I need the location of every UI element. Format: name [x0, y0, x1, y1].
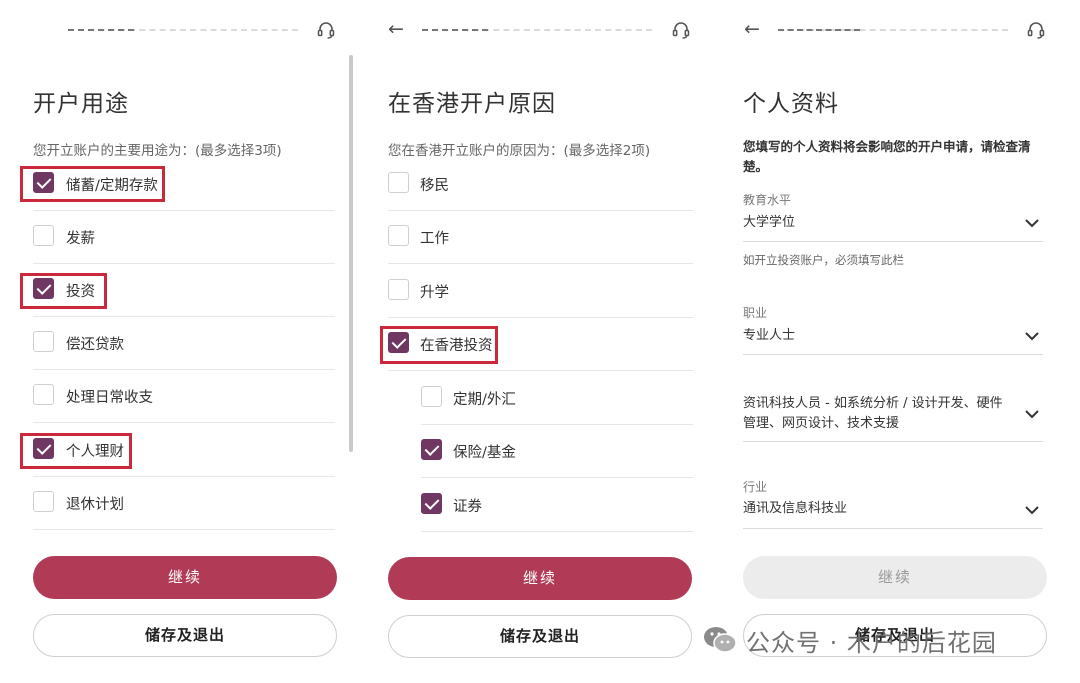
headset-icon[interactable] [1026, 20, 1046, 40]
chevron-down-icon [1025, 410, 1039, 419]
education-hint: 如开立投资账户，必须填写此栏 [743, 253, 904, 267]
top-bar: ← [712, 18, 1080, 42]
continue-button[interactable]: 继续 [33, 556, 337, 599]
chevron-down-icon [1025, 219, 1039, 228]
back-arrow-icon[interactable]: ← [744, 19, 760, 39]
checkbox[interactable] [33, 331, 54, 352]
watermark-text: 公众号 · 木户的后花园 [746, 628, 997, 657]
occupation-value: 专业人士 [743, 328, 796, 343]
option-label: 偿还贷款 [66, 337, 124, 353]
education-value: 大学学位 [743, 215, 796, 230]
continue-button-disabled[interactable]: 继续 [743, 556, 1047, 599]
continue-button[interactable]: 继续 [388, 557, 692, 600]
save-exit-button[interactable]: 储存及退出 [33, 614, 337, 657]
save-exit-button[interactable]: 储存及退出 [388, 615, 692, 658]
checkbox[interactable] [33, 225, 54, 246]
option-label: 移民 [420, 178, 449, 194]
page-title: 开户用途 [33, 91, 129, 117]
highlight-box [20, 166, 165, 202]
info-notice: 您填写的个人资料将会影响您的开户申请，请检查清楚。 [743, 139, 1031, 174]
headset-icon[interactable] [671, 20, 691, 40]
progress-indicator [778, 29, 1008, 31]
highlight-box [20, 433, 132, 469]
chevron-down-icon [1025, 332, 1039, 341]
option-label: 升学 [420, 285, 449, 301]
progress-indicator [68, 29, 298, 31]
option-study[interactable]: 升学 [388, 265, 693, 318]
education-select[interactable]: 大学学位 [743, 205, 1043, 242]
progress-indicator [422, 29, 652, 31]
option-label: 处理日常收支 [66, 390, 153, 406]
checkbox[interactable] [421, 386, 442, 407]
panel-hk-reason: ← 在香港开户原因 您在香港开立账户的原因为：(最多选择2项) 移民 工作 升学… [355, 0, 710, 683]
suboption-insurance-fund[interactable]: 保险/基金 [421, 425, 693, 478]
suboption-deposit-fx[interactable]: 定期/外汇 [421, 372, 693, 425]
page-title: 个人资料 [743, 91, 839, 117]
occupation-select[interactable]: 专业人士 [743, 318, 1043, 355]
option-daily-expenses[interactable]: 处理日常收支 [33, 370, 335, 423]
top-bar: ← [355, 18, 710, 42]
checkbox[interactable] [388, 172, 409, 193]
checkbox[interactable] [388, 279, 409, 300]
scrollbar[interactable] [349, 55, 353, 452]
checkbox-checked[interactable] [421, 493, 442, 514]
option-label: 退休计划 [66, 497, 124, 513]
option-label: 工作 [420, 231, 449, 247]
panel-account-purpose: 开户用途 您开立账户的主要用途为：(最多选择3项) 储蓄/定期存款 发薪 投资 … [0, 0, 350, 683]
option-label: 保险/基金 [453, 445, 516, 461]
page-subtitle: 您开立账户的主要用途为：(最多选择3项) [33, 143, 282, 159]
option-label: 定期/外汇 [453, 392, 516, 408]
headset-icon[interactable] [316, 20, 336, 40]
chevron-down-icon [1025, 506, 1039, 515]
industry-value: 通讯及信息科技业 [743, 501, 848, 516]
option-work[interactable]: 工作 [388, 211, 693, 264]
option-retirement[interactable]: 退休计划 [33, 477, 335, 530]
checkbox[interactable] [33, 384, 54, 405]
option-label: 证券 [453, 499, 482, 515]
top-bar [0, 18, 350, 42]
option-salary[interactable]: 发薪 [33, 211, 335, 264]
checkbox[interactable] [33, 491, 54, 512]
option-immigration[interactable]: 移民 [388, 158, 693, 211]
suboption-securities[interactable]: 证券 [421, 479, 693, 532]
wechat-icon [704, 627, 737, 653]
checkbox-checked[interactable] [421, 439, 442, 460]
watermark: 公众号 · 木户的后花园 [702, 622, 997, 658]
highlight-box [380, 326, 498, 364]
progress-done [68, 29, 134, 31]
highlight-box [20, 273, 107, 309]
position-select[interactable]: 资讯科技人员 - 如系统分析 / 设计开发、硬件管理、网页设计、技术支援 [743, 390, 1043, 442]
panel-personal-info: ← 个人资料 您填写的个人资料将会影响您的开户申请，请检查清楚。 教育水平 大学… [712, 0, 1080, 683]
progress-done [778, 29, 860, 31]
option-label: 发薪 [66, 231, 95, 247]
page-subtitle: 您在香港开立账户的原因为：(最多选择2项) [388, 143, 651, 159]
position-value: 资讯科技人员 - 如系统分析 / 设计开发、硬件管理、网页设计、技术支援 [743, 396, 1003, 431]
industry-select[interactable]: 通讯及信息科技业 [743, 492, 1043, 529]
back-arrow-icon[interactable]: ← [388, 19, 404, 39]
page-title: 在香港开户原因 [388, 91, 556, 117]
option-loan-repayment[interactable]: 偿还贷款 [33, 317, 335, 370]
checkbox[interactable] [388, 225, 409, 246]
progress-done [422, 29, 488, 31]
